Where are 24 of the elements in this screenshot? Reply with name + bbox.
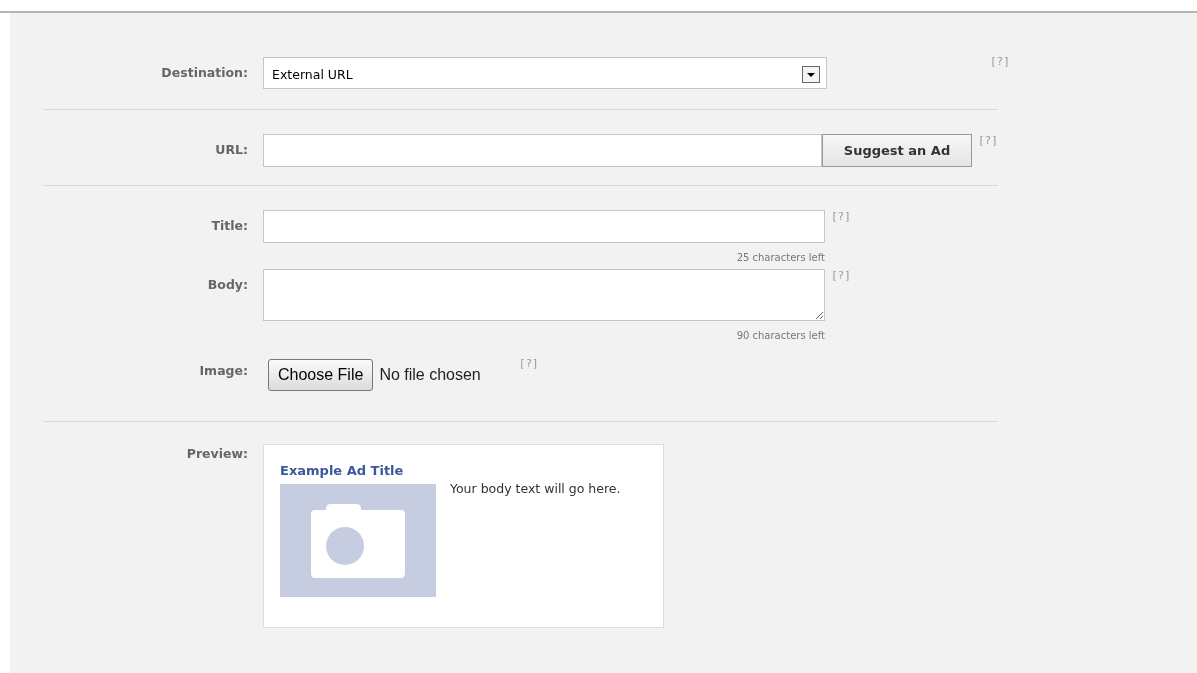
field-label: Title: — [210, 217, 248, 235]
field-label: URL: — [214, 141, 248, 159]
title-input[interactable] — [263, 210, 825, 243]
character-counter: 25 characters left — [735, 251, 825, 263]
body-textarea[interactable] — [263, 269, 825, 321]
caret-icon — [802, 65, 820, 83]
camera-icon — [311, 503, 405, 578]
ad-title[interactable]: Example Ad Title — [280, 463, 647, 478]
ad-body-text: Your body text will go here. — [450, 481, 622, 498]
field-label: Preview: — [185, 445, 248, 463]
destination-dropdown[interactable]: External URL — [263, 57, 827, 89]
character-counter: 90 characters left — [735, 329, 825, 341]
help-link[interactable]: [?] — [831, 210, 851, 223]
file-status: No file chosen — [379, 366, 481, 384]
help-link[interactable]: [?] — [990, 55, 1010, 68]
suggest-ad-button[interactable]: Suggest an Ad — [822, 134, 972, 167]
field-label: Destination: — [160, 64, 248, 82]
help-link[interactable]: [?] — [978, 134, 998, 147]
url-input[interactable] — [263, 134, 822, 167]
field-label: Body: — [206, 276, 248, 294]
field-label: Image: — [198, 362, 248, 380]
choose-file-button[interactable]: Choose File — [268, 359, 374, 391]
help-link[interactable]: [?] — [518, 357, 539, 370]
help-link[interactable]: [?] — [831, 269, 851, 282]
